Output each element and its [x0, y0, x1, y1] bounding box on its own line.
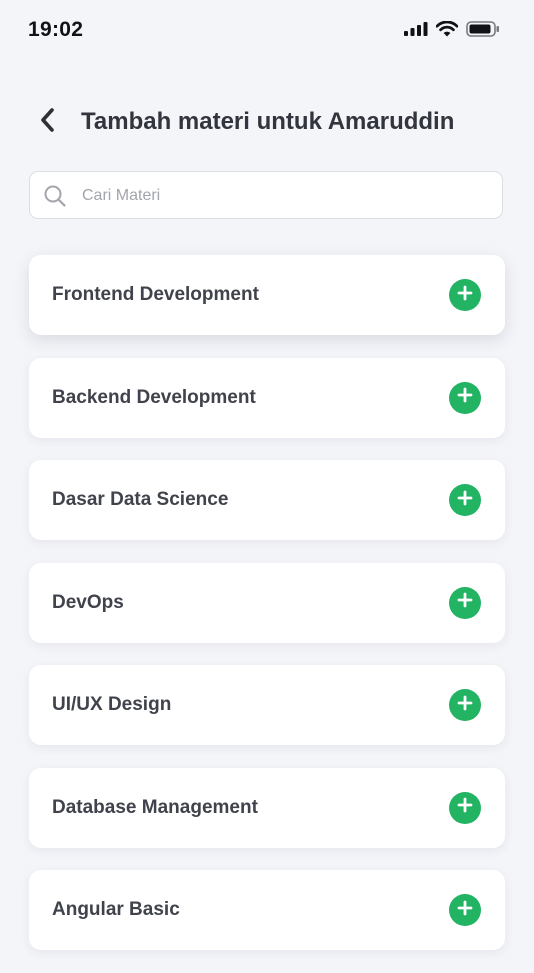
material-label: Backend Development — [52, 386, 256, 408]
material-card[interactable]: Angular Basic — [29, 870, 505, 950]
add-material-button[interactable] — [449, 381, 481, 414]
add-material-button[interactable] — [449, 484, 481, 516]
search-bar[interactable] — [29, 171, 503, 219]
material-card[interactable]: DevOps — [29, 562, 505, 643]
back-button[interactable] — [32, 106, 64, 138]
material-card[interactable]: Frontend Development — [29, 255, 505, 335]
chevron-left-icon — [39, 107, 57, 138]
add-material-button[interactable] — [449, 689, 481, 721]
add-material-button[interactable] — [449, 586, 481, 619]
plus-icon — [457, 592, 473, 613]
plus-icon — [457, 285, 473, 306]
material-list: Frontend Development Backend Development D… — [29, 255, 505, 973]
cellular-signal-icon — [404, 22, 428, 36]
add-material-button[interactable] — [449, 279, 481, 311]
plus-icon — [457, 900, 473, 921]
plus-icon — [457, 387, 473, 408]
status-time: 19:02 — [28, 18, 84, 41]
plus-icon — [457, 797, 473, 818]
status-bar: 19:02 — [0, 0, 534, 62]
page-title: Tambah materi untuk Amaruddin — [81, 108, 455, 135]
search-input[interactable] — [80, 181, 484, 211]
material-label: Angular Basic — [52, 899, 180, 920]
add-material-button[interactable] — [449, 894, 481, 926]
material-card[interactable]: Backend Development — [29, 357, 505, 438]
material-label: DevOps — [52, 591, 124, 613]
wifi-icon — [436, 21, 458, 37]
status-icons — [404, 21, 500, 37]
search-icon — [43, 184, 67, 213]
material-card[interactable]: Database Management — [29, 767, 505, 848]
plus-icon — [457, 490, 473, 511]
material-label: Database Management — [52, 796, 258, 818]
material-card[interactable]: Dasar Data Science — [29, 460, 505, 540]
plus-icon — [457, 695, 473, 716]
battery-icon — [466, 21, 500, 37]
material-label: UI/UX Design — [52, 694, 172, 715]
add-material-button[interactable] — [449, 791, 481, 824]
header: Tambah materi untuk Amaruddin — [0, 100, 534, 144]
material-label: Frontend Development — [52, 284, 259, 305]
material-card[interactable]: UI/UX Design — [29, 665, 505, 745]
material-label: Dasar Data Science — [52, 489, 229, 510]
